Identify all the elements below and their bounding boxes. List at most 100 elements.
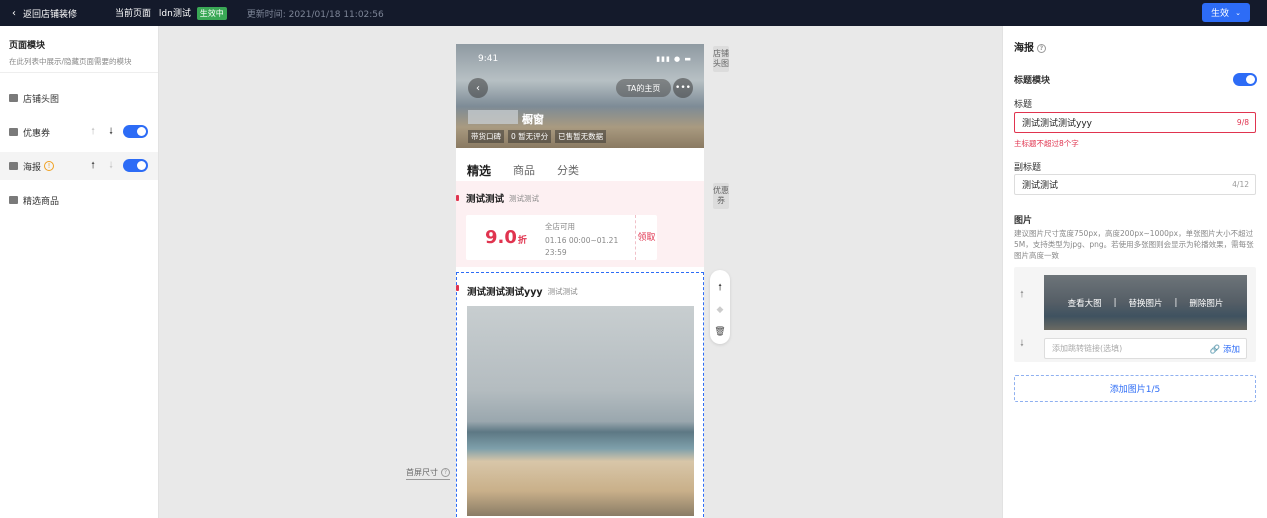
divider: | [1174,297,1178,308]
tab-featured[interactable]: 精选 [467,162,492,183]
move-up-icon[interactable]: 🠕 [88,158,98,174]
section-subtitle: 测试测试 [547,286,578,296]
current-page-label: 当前页面 [115,9,152,19]
add-link-button[interactable]: 🔗 添加 [1210,343,1240,355]
current-page: 当前页面 ldn测试 生效中 [115,6,227,20]
image-hint: 建议图片尺寸宽度750px，高度200px~1000px，单张图片大小不超过5M… [1014,229,1254,260]
coupon-info: 全店可用 01.16 00:00~01.21 23:59 [545,221,620,259]
claim-button[interactable]: 领取 [635,215,657,260]
title-module-label: 标题模块 [1014,76,1051,86]
side-label-header[interactable]: 店铺头图 [713,46,729,72]
title-module-toggle[interactable] [1233,73,1257,86]
title-count: 9/8 [1236,118,1249,127]
first-screen-size: 首屏尺寸? [406,467,450,480]
move-controls: 🠕 🠗 [88,124,124,140]
move-down-icon[interactable]: 🠗 [1020,336,1024,352]
top-bar: ‹ 返回店铺装修 当前页面 ldn测试 生效中 更新时间: 2021/01/18… [0,0,1267,26]
more-icon[interactable]: ••• [673,78,693,98]
side-label-coupon[interactable]: 优惠券 [713,183,729,209]
poster-image [467,306,694,516]
phone-tabs: 精选 商品 分类 [467,162,601,183]
coupon-card[interactable]: 9.0折 全店可用 01.16 00:00~01.21 23:59 领取 [466,215,657,260]
coupon-scope: 全店可用 [545,222,575,231]
back-button[interactable]: ‹ 返回店铺装修 [12,7,77,20]
panel-title: 海报? [1014,39,1046,54]
module-item-products[interactable]: 精选商品 [0,186,158,214]
module-label: 优惠券 [23,128,51,139]
replace-image-button[interactable]: 替换图片 [1128,297,1162,309]
coupon-unit: 折 [517,236,527,246]
section-subtitle: 测试测试 [509,193,540,203]
module-label: 店铺头图 [23,94,60,105]
chevron-down-icon: ⌄ [1235,8,1241,17]
subtitle-input[interactable]: 测试测试 4/12 [1014,174,1256,195]
section-marker [456,285,459,291]
trash-icon[interactable]: 🗑 [710,321,730,343]
module-item-coupon[interactable]: 优惠券 🠕 🠗 [0,118,158,146]
panel-title-text: 海报 [1014,43,1034,54]
move-up-icon[interactable]: 🠕 [710,277,730,299]
link-input[interactable]: 添加跳转链接(选填) 🔗 添加 [1044,338,1247,359]
link-placeholder: 添加跳转链接(选填) [1052,344,1123,353]
publish-button[interactable]: 生效 ⌄ [1202,3,1250,22]
tab-products[interactable]: 商品 [513,162,535,183]
move-down-icon[interactable]: 🠗 [106,158,116,174]
page-name: ldn测试 [158,9,191,19]
status-time: 9:41 [478,54,499,64]
link-icon: 🔗 [1209,344,1221,355]
poster-toggle[interactable] [123,159,148,172]
module-item-poster[interactable]: 海报 ! 🠕 🠗 [0,152,158,180]
store-header-image[interactable]: 9:41 ▮▮▮ ● ▬ ‹ TA的主页 ••• 橱窗 带货口碑 0 暂无评分 … [456,44,704,148]
delete-image-button[interactable]: 删除图片 [1189,297,1223,309]
view-image-button[interactable]: 查看大图 [1068,297,1102,309]
section-marker [456,195,459,201]
update-time: 更新时间: 2021/01/18 11:02:56 [246,9,384,20]
move-controls: 🠕 🠗 [88,158,124,174]
warning-icon: ! [44,161,55,171]
move-down-icon[interactable]: ◆ [710,299,730,321]
title-input[interactable]: 测试测试测试yyy 9/8 [1014,112,1256,133]
tab-categories[interactable]: 分类 [557,162,579,183]
add-image-button[interactable]: 添加图片1/5 [1014,375,1256,402]
shop-name: 橱窗 [522,113,544,126]
back-circle-icon[interactable]: ‹ [468,78,488,98]
image-thumbnail: 查看大图 | 替换图片 | 删除图片 [1044,275,1247,330]
image-label: 图片 [1014,216,1033,226]
status-badge: 生效中 [196,7,227,20]
coupon-section-header: 测试测试 测试测试 [466,191,540,206]
module-panel-subtitle: 在此列表中展示/隐藏页面需要的模块 [9,57,132,66]
help-icon[interactable]: ? [1037,43,1046,53]
shop-stats: 带货口碑 0 暂无评分 已售暂无数据 [468,130,610,143]
coupon-amount: 9.0折 [485,227,527,248]
first-screen-label: 首屏尺寸 [406,468,438,477]
move-down-icon[interactable]: 🠗 [106,124,116,140]
section-title: 测试测试 [466,194,505,205]
coupon-toggle[interactable] [123,125,148,138]
stat-chip: 0 暂无评分 [508,130,552,143]
divider: | [1113,297,1117,308]
coupon-section[interactable]: 测试测试 测试测试 9.0折 全店可用 01.16 00:00~01.21 23… [456,181,704,267]
avatar [468,110,518,124]
phone-preview: 9:41 ▮▮▮ ● ▬ ‹ TA的主页 ••• 橱窗 带货口碑 0 暂无评分 … [456,44,704,518]
signal-icon: ▮▮▮ ● ▬ [656,55,692,63]
section-title: 测试测试测试yyy [467,287,543,298]
publish-label: 生效 [1211,9,1230,19]
module-item-header[interactable]: 店铺头图 [0,84,158,112]
title-value: 测试测试测试yyy [1022,119,1092,129]
image-icon [9,162,18,170]
title-label: 标题 [1014,100,1033,110]
stat-chip: 已售暂无数据 [555,130,607,143]
settings-panel: 海报? 标题模块 标题 测试测试测试yyy 9/8 主标题不超过8个字 副标题 … [1002,26,1267,518]
image-item: 🠕 🠗 查看大图 | 替换图片 | 删除图片 添加跳转链接(选填) 🔗 添加 [1014,267,1256,362]
move-up-icon[interactable]: 🠕 [88,124,98,140]
back-label: 返回店铺装修 [23,9,78,20]
poster-section[interactable]: 测试测试测试yyy 测试测试 [456,272,704,518]
store-icon [9,94,18,102]
bag-icon [9,196,18,204]
tag-icon [9,128,18,136]
module-label: 精选商品 [23,196,60,207]
ta-home-button[interactable]: TA的主页 [616,79,671,97]
help-icon[interactable]: ? [441,468,450,477]
move-up-icon[interactable]: 🠕 [1020,287,1024,303]
module-panel: 页面模块 在此列表中展示/隐藏页面需要的模块 店铺头图 优惠券 🠕 🠗 海报 !… [0,26,159,518]
